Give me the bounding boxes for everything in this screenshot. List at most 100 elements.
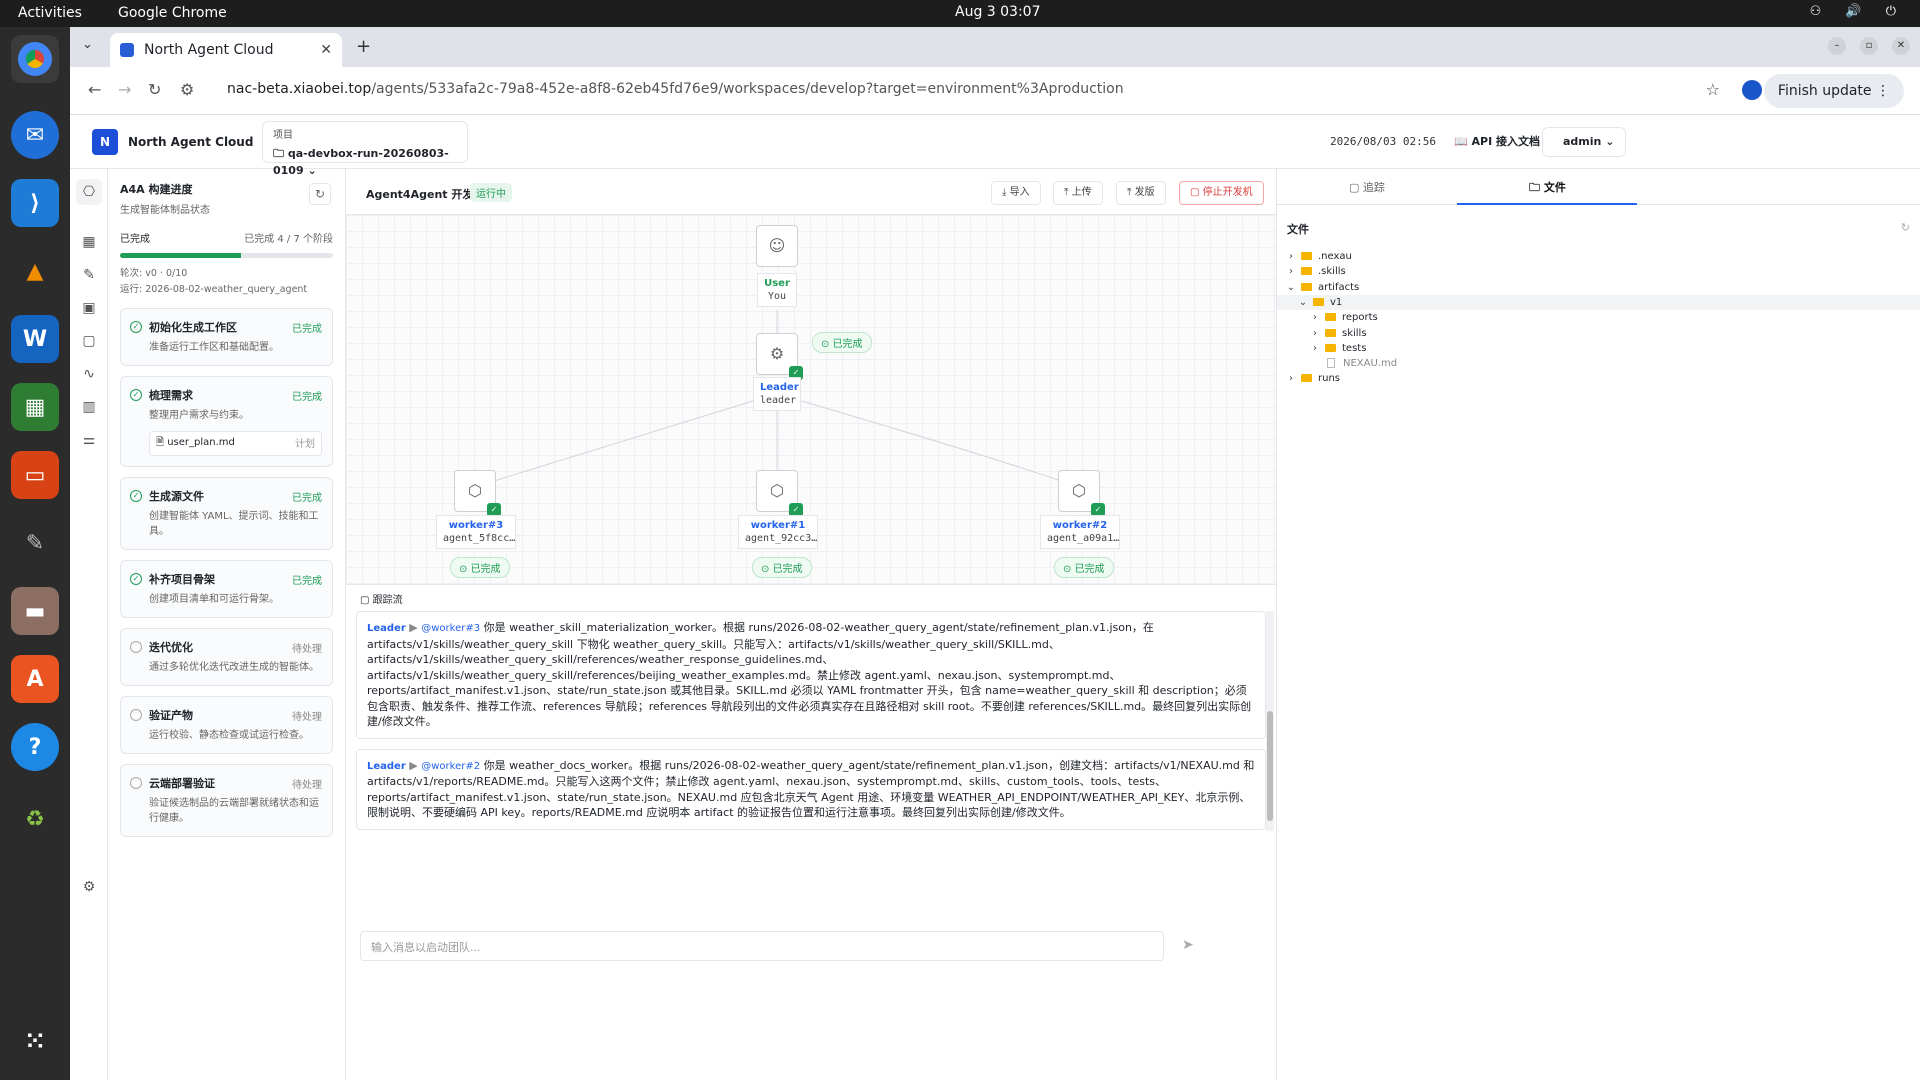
publish-button[interactable]: ⤒ 发版: [1116, 181, 1166, 205]
stage-desc: 整理用户需求与约束。: [149, 410, 249, 421]
help-dock-icon[interactable]: ?: [11, 723, 59, 771]
send-icon[interactable]: ➤: [1182, 937, 1194, 953]
system-tray-icons[interactable]: ⚇ 🔊 ⏻: [1810, 4, 1906, 19]
project-selector[interactable]: 项目 🗀 qa-devbox-run-20260803-0109 ⌄: [262, 121, 468, 177]
tab-trace[interactable]: ▢ 追踪: [1349, 179, 1385, 195]
impress-dock-icon[interactable]: ▭: [11, 451, 59, 499]
profile-avatar-icon[interactable]: [1742, 80, 1762, 100]
worker1-node-icon[interactable]: ⬡ ✓: [756, 470, 803, 517]
tree-folder[interactable]: ⌄ artifacts: [1277, 280, 1920, 295]
writer-dock-icon[interactable]: W: [11, 315, 59, 363]
url-field[interactable]: nac-beta.xiaobei.top/agents/533afa2c-79a…: [227, 81, 1124, 97]
tree-folder[interactable]: › tests: [1277, 341, 1920, 356]
refresh-icon[interactable]: ↻: [309, 183, 331, 205]
plan-file-chip[interactable]: 🗎 user_plan.md 计划: [149, 431, 322, 456]
maximize-icon[interactable]: ▫: [1860, 37, 1878, 55]
gimp-dock-icon[interactable]: ✎: [11, 519, 59, 567]
files-refresh-icon[interactable]: ↻: [1901, 221, 1910, 234]
scrollbar-thumb[interactable]: [1267, 711, 1273, 821]
trace-stream[interactable]: Leader ▶ @worker#3 你是 weather_skill_mate…: [356, 611, 1266, 831]
import-button[interactable]: ⤓ 导入: [991, 181, 1041, 205]
stage-card[interactable]: ✓ 初始化生成工作区 已完成 准备运行工作区和基础配置。: [120, 308, 333, 366]
stop-devbox-button[interactable]: ▢ 停止开发机: [1179, 181, 1264, 205]
agent-graph-canvas[interactable]: ☺ User You ⚙ ✓ ⊙ 已完成 Leader leader ⬡ ✓ worke…: [346, 215, 1276, 585]
chevron-right-icon[interactable]: ›: [1309, 326, 1321, 341]
leader-node-icon[interactable]: ⚙ ✓: [756, 333, 803, 380]
worker3-node-label[interactable]: worker#3 agent_5f8cc…: [436, 515, 516, 549]
dashboard-icon[interactable]: ▦: [76, 229, 102, 255]
thunderbird-dock-icon[interactable]: ✉: [11, 111, 59, 159]
stage-card[interactable]: 迭代优化 待处理 通过多轮优化迭代改进生成的智能体。: [120, 628, 333, 686]
worker3-node-icon[interactable]: ⬡ ✓: [454, 470, 501, 517]
tree-folder[interactable]: › .nexau: [1277, 249, 1920, 264]
calc-dock-icon[interactable]: ▦: [11, 383, 59, 431]
leader-node-label[interactable]: Leader leader: [753, 377, 801, 411]
chevron-right-icon[interactable]: ›: [1309, 341, 1321, 356]
trace-message[interactable]: Leader ▶ @worker#3 你是 weather_skill_mate…: [356, 611, 1266, 739]
stage-card[interactable]: ✓ 生成源文件 已完成 创建智能体 YAML、提示词、技能和工具。: [120, 477, 333, 550]
terminal-icon[interactable]: ▣: [76, 295, 102, 321]
tree-folder[interactable]: › skills: [1277, 326, 1920, 341]
user-node-icon[interactable]: ☺: [756, 225, 798, 267]
vlc-dock-icon[interactable]: ▲: [11, 247, 59, 295]
tree-folder[interactable]: › reports: [1277, 310, 1920, 325]
trash-dock-icon[interactable]: ♻: [11, 795, 59, 843]
tab-files[interactable]: 🗀 文件: [1529, 179, 1566, 198]
vscode-dock-icon[interactable]: ⟩: [11, 179, 59, 227]
back-icon[interactable]: ←: [88, 80, 101, 99]
brand-logo-icon[interactable]: N: [92, 129, 118, 155]
chat-icon[interactable]: ▢: [76, 328, 102, 354]
stage-card[interactable]: ✓ 梳理需求 已完成 整理用户需求与约束。 🗎 user_plan.md 计划: [120, 376, 333, 467]
bookmark-star-icon[interactable]: ☆: [1706, 80, 1720, 99]
worker2-node-icon[interactable]: ⬡ ✓: [1058, 470, 1105, 517]
user-node-label[interactable]: User You: [757, 273, 797, 307]
trace-message[interactable]: Leader ▶ @worker#2 你是 weather_docs_worke…: [356, 748, 1266, 830]
user-menu[interactable]: admin ⌄: [1542, 127, 1626, 157]
api-doc-link[interactable]: 📖 API 接入文档: [1454, 133, 1540, 149]
worker2-node-label[interactable]: worker#2 agent_a09a1…: [1040, 515, 1120, 549]
message-input[interactable]: 输入消息以启动团队...: [360, 931, 1164, 961]
check-circle-icon: ✓: [130, 321, 142, 333]
sliders-icon[interactable]: ⚌: [76, 427, 102, 453]
tree-file[interactable]: NEXAU.md: [1277, 356, 1920, 371]
chart-icon[interactable]: ▥: [76, 394, 102, 420]
trace-scrollbar[interactable]: [1266, 611, 1274, 831]
chevron-down-icon[interactable]: ⌄: [1297, 295, 1309, 310]
stage-card[interactable]: 云端部署验证 待处理 验证候选制品的云端部署就绪状态和运行健康。: [120, 764, 333, 837]
chevron-right-icon[interactable]: ›: [1309, 310, 1321, 325]
app-header: N North Agent Cloud 项目 🗀 qa-devbox-run-2…: [70, 115, 1920, 177]
activities-button[interactable]: Activities: [18, 5, 82, 21]
reload-icon[interactable]: ↻: [148, 80, 161, 99]
agent-icon[interactable]: ⎔: [76, 179, 102, 205]
close-window-icon[interactable]: ✕: [1892, 37, 1910, 55]
chevron-right-icon[interactable]: ›: [1285, 264, 1297, 279]
app-center-dock-icon[interactable]: A: [11, 655, 59, 703]
worker1-node-label[interactable]: worker#1 agent_92cc3…: [738, 515, 818, 549]
worker-badge: 已完成: [772, 564, 803, 575]
system-clock[interactable]: Aug 3 03:07: [955, 4, 1041, 20]
stage-card[interactable]: ✓ 补齐项目骨架 已完成 创建项目清单和可运行骨架。: [120, 560, 333, 618]
chevron-right-icon[interactable]: ›: [1285, 249, 1297, 264]
tab-search-icon[interactable]: ⌄: [82, 37, 93, 52]
forward-icon[interactable]: →: [118, 80, 131, 99]
tree-folder[interactable]: › .skills: [1277, 264, 1920, 279]
upload-button[interactable]: ⤒ 上传: [1053, 181, 1103, 205]
stage-card[interactable]: 验证产物 待处理 运行校验、静态检查或试运行检查。: [120, 696, 333, 754]
settings-icon[interactable]: ⚙: [76, 874, 102, 900]
tree-folder[interactable]: ⌄ v1: [1277, 294, 1920, 310]
browser-tab[interactable]: North Agent Cloud ✕: [110, 33, 342, 67]
minimize-icon[interactable]: –: [1828, 37, 1846, 55]
activity-icon[interactable]: ∿: [76, 361, 102, 387]
active-app-label[interactable]: Google Chrome: [118, 5, 227, 21]
tree-folder[interactable]: › runs: [1277, 371, 1920, 386]
site-info-icon[interactable]: ⚙: [180, 80, 194, 99]
new-tab-icon[interactable]: +: [356, 36, 371, 57]
chevron-right-icon[interactable]: ›: [1285, 371, 1297, 386]
edit-icon[interactable]: ✎: [76, 262, 102, 288]
finish-update-button[interactable]: Finish update ⋮: [1763, 74, 1904, 108]
close-tab-icon[interactable]: ✕: [320, 42, 332, 58]
chevron-down-icon[interactable]: ⌄: [1285, 280, 1297, 295]
files-dock-icon[interactable]: ▬: [11, 587, 59, 635]
show-apps-icon[interactable]: ⁙: [11, 1017, 59, 1065]
chrome-dock-icon[interactable]: [11, 35, 59, 83]
